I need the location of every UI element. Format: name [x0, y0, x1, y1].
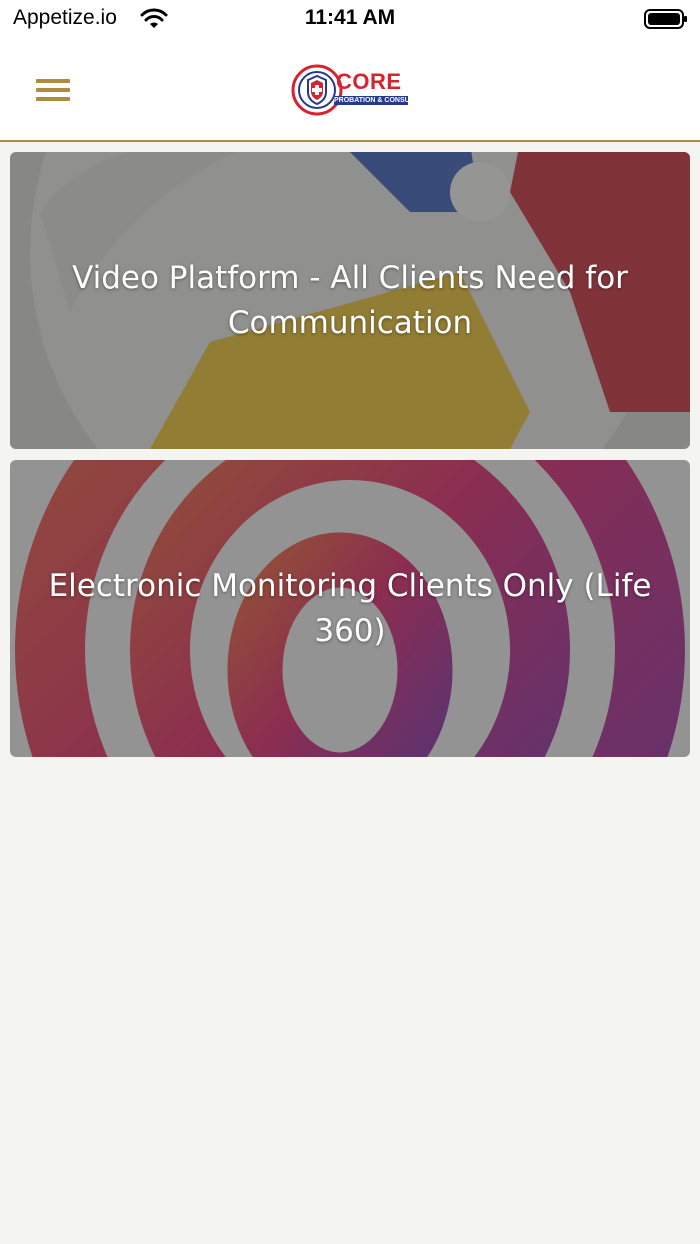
card-title: Video Platform - All Clients Need for Co…	[72, 259, 628, 341]
video-platform-card[interactable]: Video Platform - All Clients Need for Co…	[10, 152, 690, 449]
card-title: Electronic Monitoring Clients Only (Life…	[48, 567, 652, 649]
logo-subtext: PROBATION & CONSULTING	[334, 96, 408, 105]
hamburger-menu-button[interactable]	[28, 70, 76, 110]
app-header: CORE PROBATION & CONSULTING	[0, 40, 700, 142]
menu-bar	[36, 79, 70, 83]
electronic-monitoring-card[interactable]: Electronic Monitoring Clients Only (Life…	[10, 460, 690, 757]
menu-bar	[36, 97, 70, 101]
battery-icon	[644, 9, 687, 29]
core-logo[interactable]: CORE PROBATION & CONSULTING	[290, 60, 412, 120]
status-time: 11:41 AM	[304, 6, 396, 29]
logo-text: CORE	[336, 69, 402, 94]
status-bar: Appetize.io 11:41 AM	[0, 0, 700, 40]
menu-bar	[36, 88, 70, 92]
